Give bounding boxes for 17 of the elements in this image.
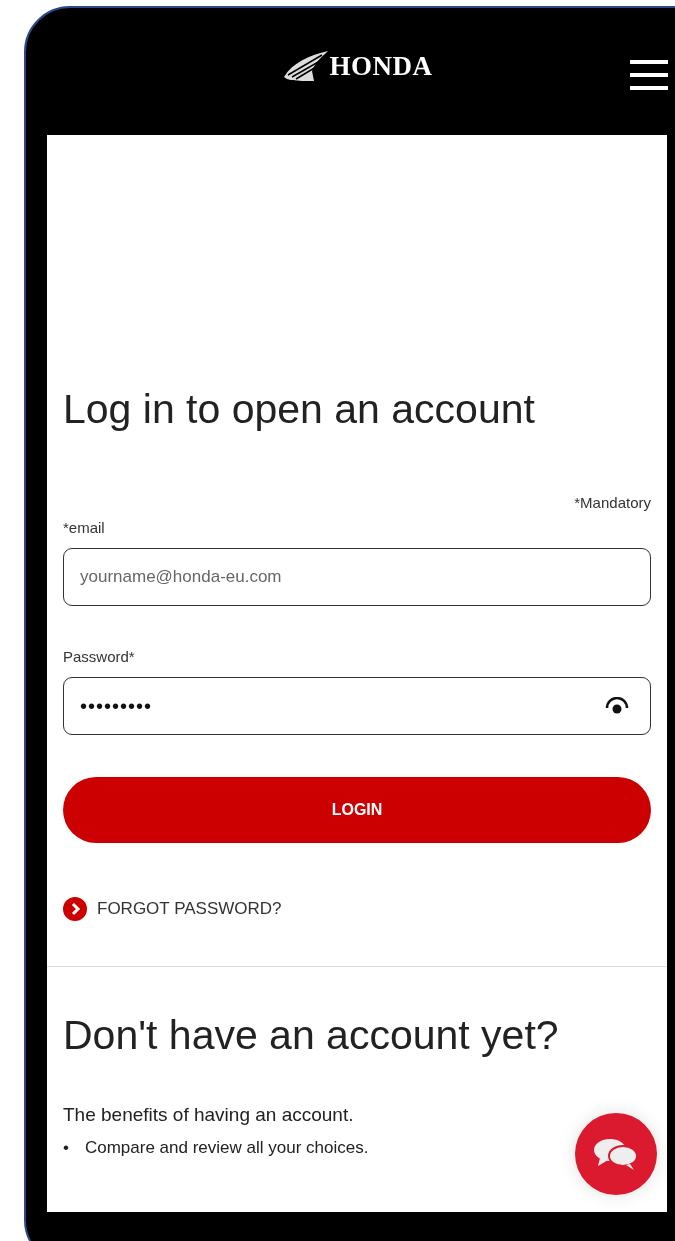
menu-icon[interactable] xyxy=(630,60,668,90)
page-title: Log in to open an account xyxy=(63,385,536,434)
field-label: *email xyxy=(63,519,106,537)
email-field[interactable]: yourname@honda-eu.com xyxy=(63,548,651,607)
forgot-password-link[interactable]: FORGOT PASSWORD? xyxy=(63,897,282,922)
brand-logo[interactable]: HONDA xyxy=(329,51,433,82)
eye-icon[interactable] xyxy=(605,697,629,716)
bullet-mark: • xyxy=(63,1138,69,1159)
password-field[interactable]: ••••••••• xyxy=(63,677,651,736)
section-title: Don't have an account yet? xyxy=(63,1011,560,1061)
benefit-item: Compare and review all your choices. xyxy=(84,1138,369,1159)
mandatory-note: *Mandatory xyxy=(573,494,651,512)
chevron-icon xyxy=(63,897,87,922)
intro-text: The benefits of having an account. xyxy=(63,1104,355,1127)
login-button[interactable]: LOGIN xyxy=(63,777,651,844)
wing-icon xyxy=(281,50,328,83)
field-label: Password* xyxy=(63,648,136,666)
